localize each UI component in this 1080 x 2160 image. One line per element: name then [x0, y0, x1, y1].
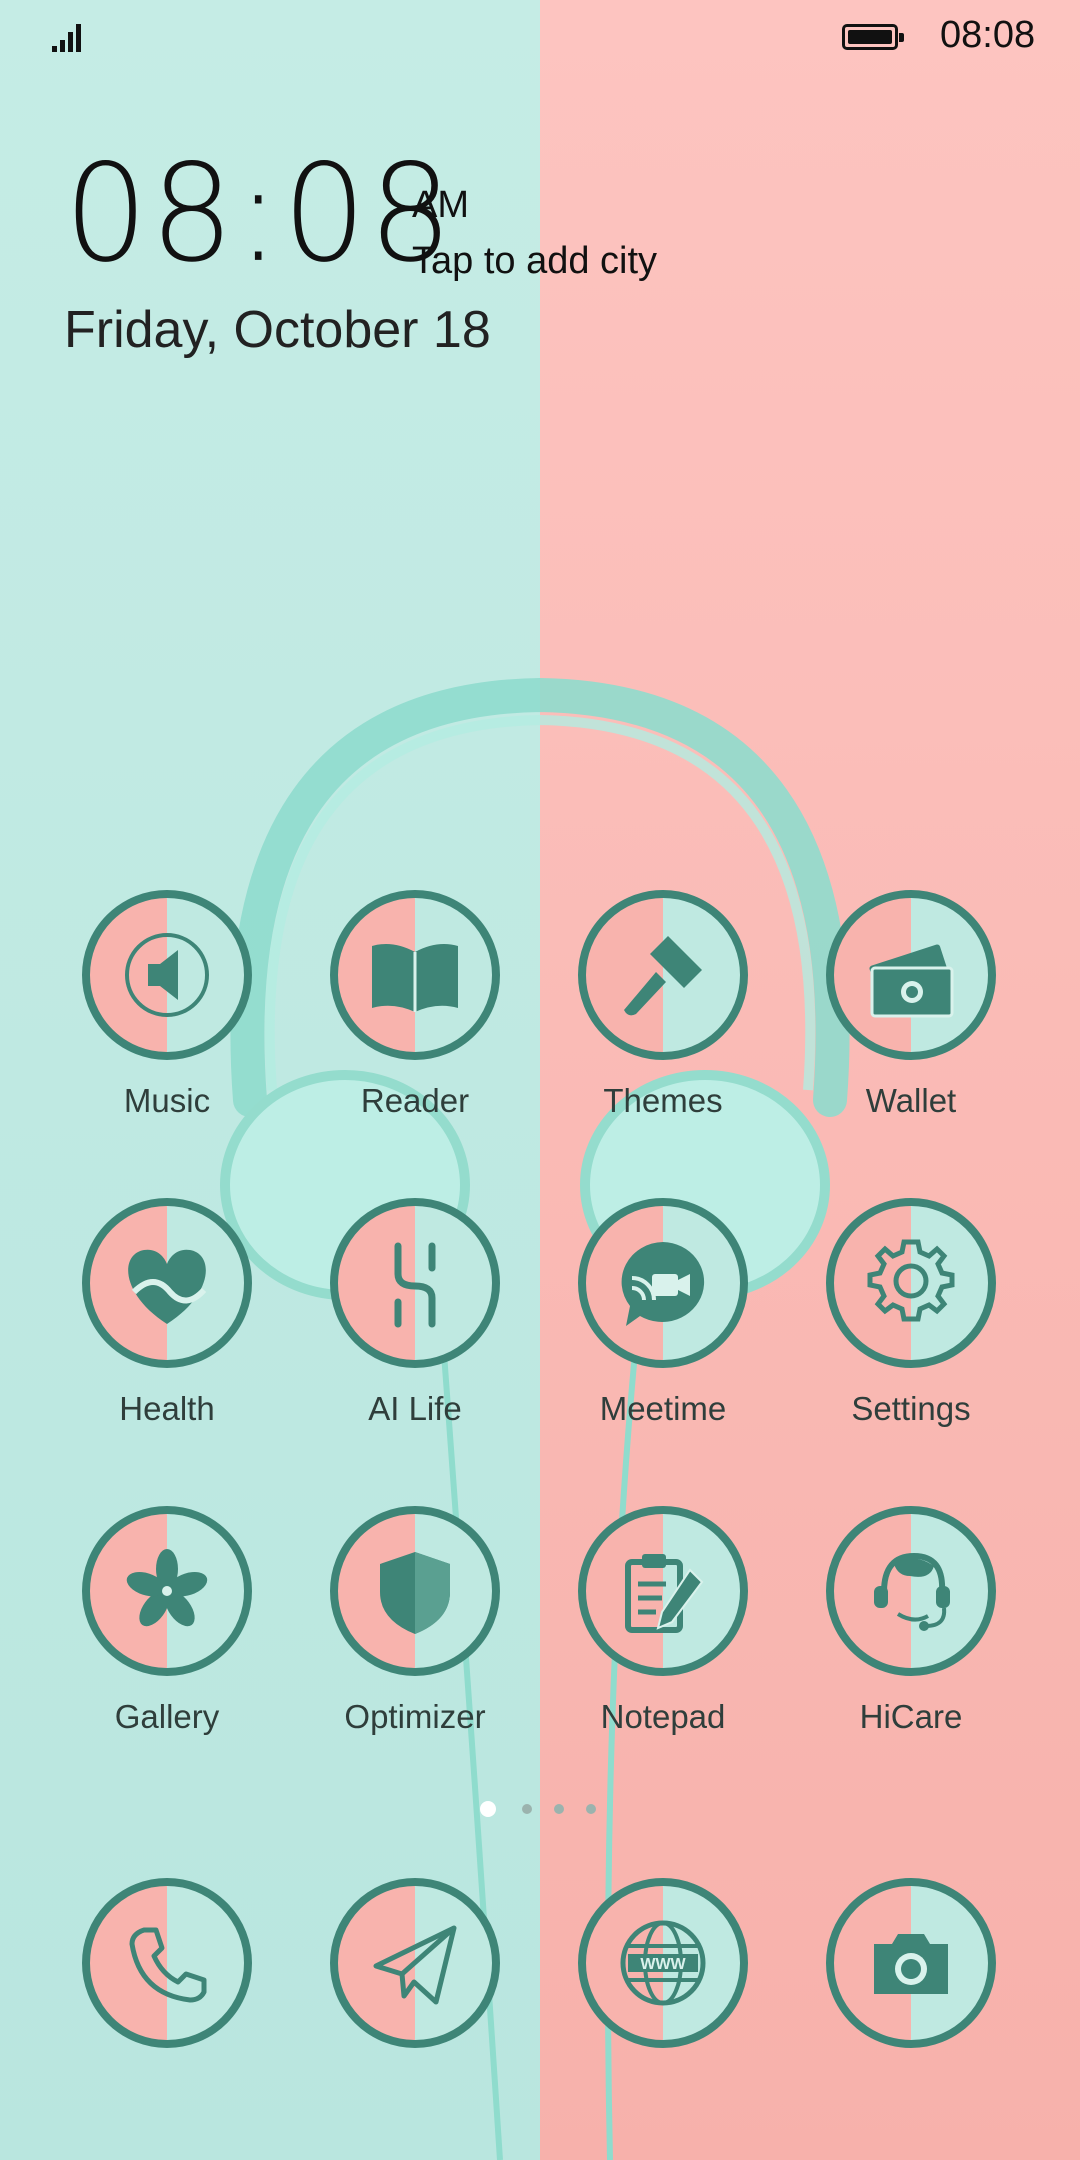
app-label-hicare: HiCare — [859, 1698, 963, 1735]
status-bar: 08:08 — [0, 0, 1080, 74]
page-dot-3[interactable] — [554, 1804, 564, 1814]
lock-clock-date: Friday, October 18 — [64, 301, 491, 359]
app-label-settings: Settings — [851, 1390, 971, 1427]
wallet-cash-icon — [869, 944, 954, 1018]
app-icon-wallet[interactable] — [826, 890, 996, 1060]
speaker-icon — [125, 933, 209, 1017]
camera-icon — [874, 1934, 948, 1994]
app-label-meetime: Meetime — [599, 1390, 727, 1427]
heart-icon — [128, 1249, 207, 1324]
lock-clock-time[interactable]: 08:08 — [64, 147, 454, 282]
app-label-reader: Reader — [360, 1082, 470, 1119]
app-icon-reader[interactable] — [330, 890, 500, 1060]
globe-www-icon: WWW — [620, 1920, 706, 2006]
app-icon-themes[interactable] — [578, 890, 748, 1060]
app-label-ai-life: AI Life — [368, 1390, 462, 1427]
app-icon-music[interactable] — [82, 890, 252, 1060]
app-label-wallet: Wallet — [865, 1082, 957, 1119]
app-label-gallery: Gallery — [114, 1698, 220, 1735]
flower-icon — [126, 1549, 208, 1627]
video-chat-icon — [621, 1242, 705, 1326]
gear-icon — [867, 1239, 955, 1322]
app-icon-ai-life[interactable] — [330, 1198, 500, 1368]
app-label-music: Music — [123, 1082, 211, 1119]
page-dot-2[interactable] — [522, 1804, 532, 1814]
signal-bars-icon — [52, 20, 92, 52]
app-label-notepad: Notepad — [600, 1698, 726, 1735]
ai-life-icon — [394, 1242, 436, 1328]
paintbrush-icon — [624, 936, 702, 1016]
app-icon-notepad[interactable] — [578, 1506, 748, 1676]
page-dot-4[interactable] — [586, 1804, 596, 1814]
dock-messages[interactable] — [330, 1878, 500, 2048]
app-label-optimizer: Optimizer — [344, 1698, 486, 1735]
paper-plane-icon — [373, 1925, 457, 2005]
battery-full-icon — [842, 24, 904, 50]
book-icon — [372, 944, 458, 1012]
dock-camera[interactable] — [826, 1878, 996, 2048]
page-indicator[interactable] — [480, 1800, 600, 1822]
svg-text:WWW: WWW — [640, 1956, 686, 1973]
headset-agent-icon — [874, 1552, 950, 1631]
app-icon-health[interactable] — [82, 1198, 252, 1368]
app-icon-hicare[interactable] — [826, 1506, 996, 1676]
lock-clock-ampm: AM — [412, 184, 469, 226]
shield-icon — [380, 1552, 450, 1634]
dock-phone[interactable] — [82, 1878, 252, 2048]
status-time: 08:08 — [940, 14, 1036, 56]
dock-browser[interactable]: WWW — [578, 1878, 748, 2048]
app-icon-gallery[interactable] — [82, 1506, 252, 1676]
app-label-health: Health — [119, 1390, 215, 1427]
app-icon-optimizer[interactable] — [330, 1506, 500, 1676]
phone-icon — [129, 1927, 207, 2003]
app-icon-meetime[interactable] — [578, 1198, 748, 1368]
app-label-themes: Themes — [603, 1082, 723, 1119]
app-icon-settings[interactable] — [826, 1198, 996, 1368]
clipboard-pencil-icon — [625, 1554, 704, 1633]
add-city-link[interactable]: Tap to add city — [412, 240, 657, 283]
page-dot-1[interactable] — [480, 1801, 496, 1817]
